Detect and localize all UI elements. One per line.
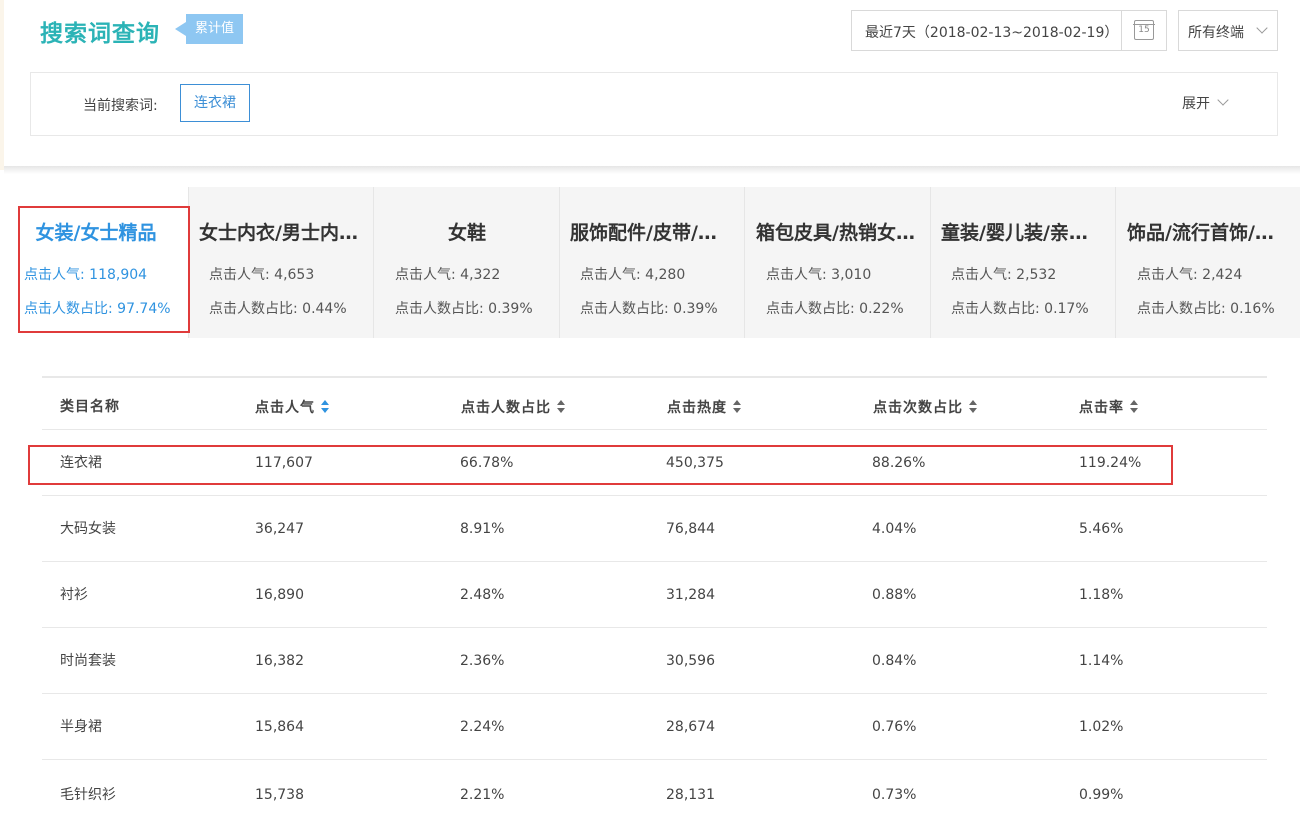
cell-click-count-share: 0.88% [872,587,917,603]
cumulative-tag: 累计值 [174,14,244,44]
category-click-share: 点击人数占比: 0.39% [580,301,718,317]
table-row[interactable]: 大码女装 36,247 8.91% 76,844 4.04% 5.46% [42,496,1267,562]
cell-click-rate: 0.99% [1079,787,1124,803]
cell-click-count-share: 0.84% [872,653,917,669]
table-row[interactable]: 毛针织衫 15,738 2.21% 28,131 0.73% 0.99% [42,760,1267,818]
category-click-popularity: 点击人气: 4,280 [580,267,686,283]
highlight-box-category [18,206,190,333]
category-click-share: 点击人数占比: 0.44% [209,301,347,317]
section-divider [4,166,1300,174]
category-name: 服饰配件/皮带/帽子/围巾 [570,222,744,244]
category-click-share: 点击人数占比: 0.39% [395,301,533,317]
category-click-share: 点击人数占比: 0.17% [951,301,1089,317]
cell-click-heat: 31,284 [666,587,715,603]
category-click-popularity: 点击人气: 3,010 [766,267,872,283]
calendar-button[interactable]: 15 [1121,11,1166,50]
expand-toggle[interactable]: 展开 [1182,93,1229,113]
chevron-down-icon [1217,94,1229,106]
column-header-click-rate[interactable]: 点击率 [1079,397,1139,417]
category-tab[interactable]: 女士内衣/男士内衣/家居服 点击人气: 4,653 点击人数占比: 0.44% [189,187,374,338]
cell-click-heat: 28,131 [666,787,715,803]
cell-click-share: 2.48% [460,587,505,603]
sort-icon[interactable] [557,400,566,414]
column-header-click-count-share[interactable]: 点击次数占比 [873,397,978,417]
sort-icon[interactable] [321,400,330,414]
cell-click-count-share: 4.04% [872,521,917,537]
category-name: 饰品/流行首饰/时尚饰品新 [1127,222,1300,244]
cell-category: 毛针织衫 [60,787,116,803]
sort-icon[interactable] [969,400,978,414]
highlight-box-row [28,445,1173,485]
column-header-category: 类目名称 [60,399,120,415]
category-name: 女鞋 [447,222,486,244]
date-range-picker[interactable]: 最近7天（2018-02-13~2018-02-19） 15 [851,10,1167,51]
table-header: 类目名称 点击人气 点击人数占比 点击热度 点击次数占比 点击率 [42,376,1267,430]
category-tab[interactable]: 童装/婴儿装/亲子装 点击人气: 2,532 点击人数占比: 0.17% [931,187,1116,338]
sort-icon[interactable] [1130,400,1139,414]
cell-click-count-share: 0.73% [872,787,917,803]
page-header: 搜索词查询 累计值 最近7天（2018-02-13~2018-02-19） 15… [0,0,1300,170]
category-tab[interactable]: 服饰配件/皮带/帽子/围巾 点击人气: 4,280 点击人数占比: 0.39% [560,187,745,338]
category-click-popularity: 点击人气: 4,653 [209,267,315,283]
cell-click-popularity: 16,890 [255,587,304,603]
table-row[interactable]: 衬衫 16,890 2.48% 31,284 0.88% 1.18% [42,562,1267,628]
left-edge-decoration [0,0,4,170]
current-search-label: 当前搜索词: [83,98,158,114]
column-header-click-share[interactable]: 点击人数占比 [461,397,566,417]
cell-category: 半身裙 [60,719,102,735]
category-tab[interactable]: 饰品/流行首饰/时尚饰品新 点击人气: 2,424 点击人数占比: 0.16% [1117,187,1300,338]
cell-click-popularity: 15,738 [255,787,304,803]
cell-click-popularity: 36,247 [255,521,304,537]
cell-click-share: 2.36% [460,653,505,669]
category-click-popularity: 点击人气: 2,424 [1137,267,1243,283]
cell-click-share: 2.21% [460,787,505,803]
cell-click-heat: 28,674 [666,719,715,735]
category-name: 童装/婴儿装/亲子装 [941,222,1107,244]
cell-click-popularity: 16,382 [255,653,304,669]
search-term-panel: 当前搜索词: 连衣裙 展开 [30,72,1278,136]
expand-label: 展开 [1182,96,1210,112]
chevron-down-icon [1256,22,1268,34]
page-title: 搜索词查询 [40,21,160,47]
cell-category: 衬衫 [60,587,88,603]
cell-click-heat: 30,596 [666,653,715,669]
category-click-share: 点击人数占比: 0.16% [1137,301,1275,317]
terminal-select[interactable]: 所有终端 [1178,10,1278,51]
table-row[interactable]: 时尚套装 16,382 2.36% 30,596 0.84% 1.14% [42,628,1267,694]
cell-click-rate: 5.46% [1079,521,1124,537]
cell-category: 时尚套装 [60,653,116,669]
cell-category: 大码女装 [60,521,116,537]
category-tab[interactable]: 女鞋 点击人气: 4,322 点击人数占比: 0.39% [375,187,560,338]
date-range-text: 最近7天（2018-02-13~2018-02-19） [865,25,1119,41]
column-header-click-heat[interactable]: 点击热度 [667,397,742,417]
cell-click-share: 2.24% [460,719,505,735]
sort-icon[interactable] [733,400,742,414]
cell-click-share: 8.91% [460,521,505,537]
category-click-share: 点击人数占比: 0.22% [766,301,904,317]
terminal-select-value: 所有终端 [1188,25,1244,41]
cell-click-rate: 1.02% [1079,719,1124,735]
calendar-icon: 15 [1133,20,1155,40]
cell-click-count-share: 0.76% [872,719,917,735]
search-keyword-chip[interactable]: 连衣裙 [180,84,250,122]
table-row[interactable]: 半身裙 15,864 2.24% 28,674 0.76% 1.02% [42,694,1267,760]
column-header-click-popularity[interactable]: 点击人气 [255,397,330,417]
category-click-popularity: 点击人气: 2,532 [951,267,1057,283]
cell-click-heat: 76,844 [666,521,715,537]
category-name: 箱包皮具/热销女包/男包 [756,222,930,244]
category-tab[interactable]: 箱包皮具/热销女包/男包 点击人气: 3,010 点击人数占比: 0.22% [746,187,931,338]
cell-click-rate: 1.14% [1079,653,1124,669]
cell-click-popularity: 15,864 [255,719,304,735]
category-name: 女士内衣/男士内衣/家居服 [199,222,373,244]
category-tabs: 女装/女士精品 点击人气: 118,904 点击人数占比: 97.74% 女士内… [4,187,1300,338]
category-click-popularity: 点击人气: 4,322 [395,267,501,283]
cell-click-rate: 1.18% [1079,587,1124,603]
